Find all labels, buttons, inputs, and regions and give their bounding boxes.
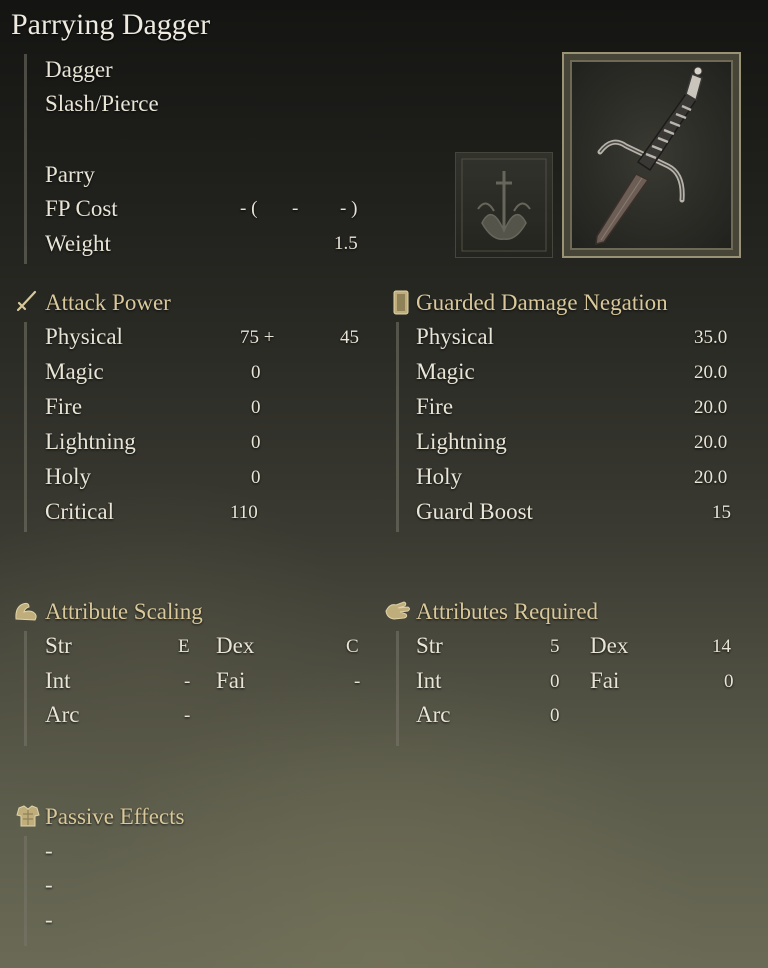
weapon-type: Dagger	[45, 57, 113, 82]
passive-item: -	[45, 838, 53, 863]
scaling-header: Attribute Scaling	[45, 599, 203, 624]
scaling-dex-label: Dex	[216, 633, 255, 658]
weapon-image-frame	[562, 52, 741, 258]
required-arc-label: Arc	[416, 702, 451, 727]
scaling-arc-label: Arc	[45, 702, 80, 727]
attack-value-physical: 75 +	[240, 327, 275, 348]
required-header: Attributes Required	[416, 599, 599, 624]
passive-header: Passive Effects	[45, 804, 185, 829]
armor-icon	[15, 804, 40, 828]
required-fai-value: 0	[724, 671, 734, 692]
skill-name: Parry	[45, 162, 95, 187]
fp-cost-label: FP Cost	[45, 196, 118, 221]
required-dex-label: Dex	[590, 633, 629, 658]
attack-extra-physical: 45	[340, 327, 359, 348]
guard-value-physical: 35.0	[694, 327, 728, 348]
passive-divider	[24, 836, 27, 946]
info-divider	[24, 54, 27, 264]
fp-cost-a: - (	[240, 198, 258, 219]
required-divider	[396, 631, 399, 746]
attack-value-fire: 0	[251, 397, 261, 418]
attack-value-magic: 0	[251, 362, 261, 383]
flexed-arm-icon	[13, 599, 37, 623]
sword-icon	[14, 290, 38, 314]
attack-value-lightning: 0	[251, 432, 261, 453]
required-arc-value: 0	[550, 705, 560, 726]
required-dex-value: 14	[712, 636, 731, 657]
attack-divider	[24, 322, 27, 532]
passive-item: -	[45, 872, 53, 897]
guard-value-holy: 20.0	[694, 467, 728, 488]
guard-label-lightning: Lightning	[416, 429, 507, 454]
scaling-str-label: Str	[45, 633, 72, 658]
item-title: Parrying Dagger	[11, 8, 211, 41]
attack-label-critical: Critical	[45, 499, 114, 524]
scaling-int-value: -	[184, 671, 191, 692]
guard-value-magic: 20.0	[694, 362, 728, 383]
guard-value-guard-boost: 15	[712, 502, 731, 523]
guard-label-physical: Physical	[416, 324, 494, 349]
attack-label-holy: Holy	[45, 464, 91, 489]
guard-divider	[396, 322, 399, 532]
passive-item: -	[45, 907, 53, 932]
required-int-label: Int	[416, 668, 442, 693]
required-int-value: 0	[550, 671, 560, 692]
scaling-divider	[24, 631, 27, 746]
attack-label-physical: Physical	[45, 324, 123, 349]
required-fai-label: Fai	[590, 668, 620, 693]
attack-value-critical: 110	[230, 502, 258, 523]
attack-value-holy: 0	[251, 467, 261, 488]
hand-icon	[384, 599, 410, 623]
fp-cost-c: - )	[340, 198, 358, 219]
weight-value: 1.5	[334, 233, 358, 254]
required-str-value: 5	[550, 636, 560, 657]
scaling-arc-value: -	[184, 705, 191, 726]
weight-label: Weight	[45, 231, 111, 256]
guard-value-fire: 20.0	[694, 397, 728, 418]
required-str-label: Str	[416, 633, 443, 658]
attack-power-header: Attack Power	[45, 290, 171, 315]
skill-emblem-icon	[455, 152, 553, 258]
guard-label-holy: Holy	[416, 464, 462, 489]
scaling-fai-value: -	[354, 671, 361, 692]
guard-label-magic: Magic	[416, 359, 475, 384]
attack-label-lightning: Lightning	[45, 429, 136, 454]
guard-label-fire: Fire	[416, 394, 454, 419]
scaling-str-value: E	[178, 636, 190, 657]
guard-value-lightning: 20.0	[694, 432, 728, 453]
dagger-image	[595, 66, 703, 245]
damage-type: Slash/Pierce	[45, 91, 159, 116]
scaling-fai-label: Fai	[216, 668, 246, 693]
shield-icon	[389, 290, 413, 315]
guard-header: Guarded Damage Negation	[416, 290, 668, 315]
guard-label-guard-boost: Guard Boost	[416, 499, 533, 524]
scaling-dex-value: C	[346, 636, 359, 657]
scaling-int-label: Int	[45, 668, 71, 693]
fp-cost-b: -	[292, 198, 299, 219]
attack-label-magic: Magic	[45, 359, 104, 384]
attack-label-fire: Fire	[45, 394, 83, 419]
